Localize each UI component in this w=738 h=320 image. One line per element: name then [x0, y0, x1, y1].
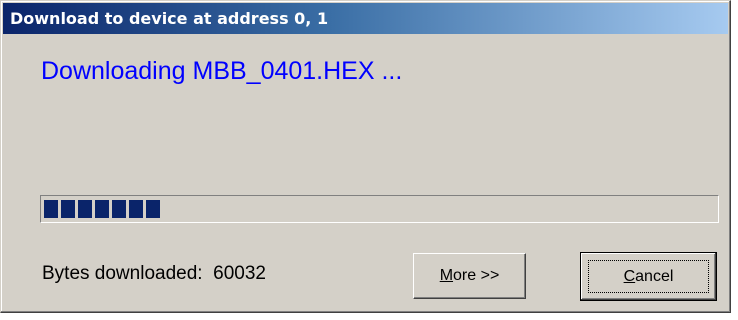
more-button[interactable]: More >>: [413, 253, 526, 299]
download-dialog: Download to device at address 0, 1 Downl…: [0, 0, 731, 313]
cancel-label-rest: ancel: [635, 267, 674, 285]
more-mnemonic: M: [439, 267, 454, 284]
more-button-label: More >>: [440, 267, 500, 285]
cancel-button-label: Cancel: [624, 268, 674, 286]
bytes-downloaded-value: 60032: [213, 263, 266, 284]
window-title: Download to device at address 0, 1: [10, 9, 329, 28]
bytes-downloaded-label: Bytes downloaded:: [42, 263, 203, 284]
cancel-mnemonic: C: [623, 267, 636, 285]
download-progress-bar: [40, 195, 719, 223]
more-label-rest: ore >>: [453, 267, 500, 284]
bytes-downloaded-status: Bytes downloaded: 60032: [42, 263, 266, 285]
progress-track: [44, 200, 715, 218]
cancel-button[interactable]: Cancel: [580, 252, 717, 301]
title-bar[interactable]: Download to device at address 0, 1: [3, 3, 728, 34]
download-heading: Downloading MBB_0401.HEX ...: [41, 57, 403, 85]
progress-fill: [44, 200, 160, 218]
